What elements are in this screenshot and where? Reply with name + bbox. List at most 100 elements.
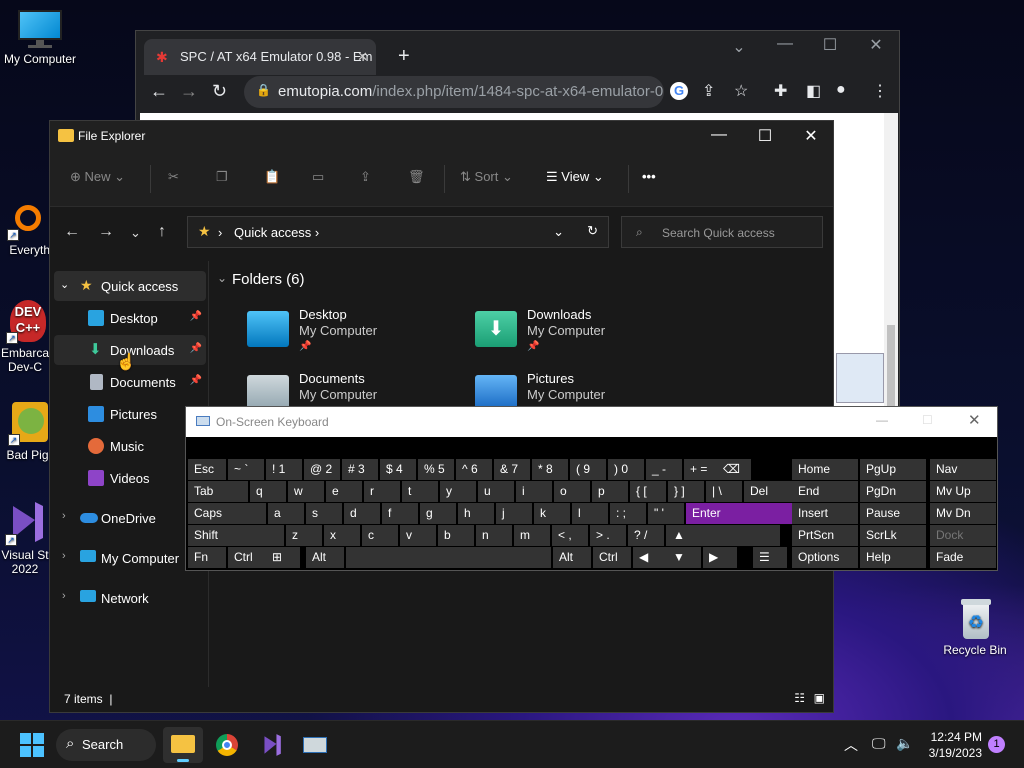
osk-nav-key[interactable]: Mv Dn — [930, 503, 996, 524]
nav-item-desktop[interactable]: Desktop 📌 — [54, 303, 206, 333]
nav-item-my-computer[interactable]: › My Computer — [54, 543, 206, 573]
bookmark-star-icon[interactable]: ☆ — [734, 81, 748, 101]
nav-item-pictures[interactable]: Pictures — [54, 399, 206, 429]
desktop-icon-visual-studio-2022[interactable]: ↗ Visual St 2022 — [0, 500, 50, 576]
osk-key[interactable]: < , — [552, 525, 588, 546]
osk-key[interactable]: n — [476, 525, 512, 546]
osk-key[interactable]: | \ — [706, 481, 742, 502]
details-view-icon[interactable]: ☷ — [794, 691, 805, 705]
notification-badge[interactable]: 1 — [988, 736, 1005, 753]
taskbar-file-explorer[interactable] — [163, 727, 203, 763]
tab-close-icon[interactable]: ✕ — [357, 49, 368, 65]
taskbar-chrome[interactable] — [207, 727, 247, 763]
desktop-icon-bad-piggies[interactable]: ↗ Bad Pig — [0, 400, 55, 462]
osk-key[interactable]: " ' — [648, 503, 684, 524]
browser-tab[interactable]: ✱ SPC / AT x64 Emulator 0.98 - Em ✕ — [144, 39, 376, 75]
osk-key[interactable]: # 3 — [342, 459, 378, 480]
osk-key[interactable]: j — [496, 503, 532, 524]
osk-key[interactable]: r — [364, 481, 400, 502]
view-button[interactable]: ☰ View ⌄ — [546, 169, 604, 185]
osk-key[interactable]: ^ 6 — [456, 459, 492, 480]
osk-nav-key[interactable]: Insert — [792, 503, 858, 524]
osk-key[interactable]: ! 1 — [266, 459, 302, 480]
osk-key[interactable]: z — [286, 525, 322, 546]
maximize-icon[interactable]: ☐ — [807, 35, 853, 55]
tiles-view-icon[interactable]: ▣ — [814, 691, 825, 705]
nav-item-quick-access[interactable]: ⌄ ★ Quick access — [54, 271, 206, 301]
windows-key-icon[interactable]: ⊞ — [266, 547, 300, 568]
osk-key[interactable]: Fn — [188, 547, 226, 568]
side-panel-icon[interactable]: ◧ — [806, 81, 821, 101]
desktop-icon-everything[interactable]: ↗ Everyth — [0, 205, 50, 257]
minimize-icon[interactable]: — — [696, 126, 742, 144]
osk-key[interactable]: x — [324, 525, 360, 546]
taskbar-search-button[interactable]: ⌕ Search — [56, 729, 156, 761]
osk-key[interactable]: Alt — [306, 547, 344, 568]
osk-key[interactable]: k — [534, 503, 570, 524]
osk-key[interactable]: u — [478, 481, 514, 502]
paste-icon[interactable]: 📋 — [264, 169, 280, 185]
osk-key[interactable]: Tab — [188, 481, 248, 502]
osk-key[interactable]: q — [250, 481, 286, 502]
tab-search-chevron-icon[interactable]: ⌄ — [716, 37, 762, 57]
close-icon[interactable]: ✕ — [853, 35, 899, 55]
start-button[interactable] — [12, 727, 52, 763]
volume-icon[interactable]: 🔈 — [896, 735, 913, 752]
up-arrow-key-icon[interactable]: ▲ — [667, 525, 701, 546]
osk-key[interactable]: ( 9 — [570, 459, 606, 480]
group-chevron-icon[interactable]: ⌄ — [217, 271, 227, 285]
rename-icon[interactable]: ▭ — [312, 169, 324, 185]
page-scrollbar[interactable] — [884, 113, 898, 409]
osk-key[interactable]: Ctrl — [228, 547, 266, 568]
osk-key[interactable]: Ctrl — [593, 547, 631, 568]
forward-icon[interactable]: → — [98, 223, 114, 241]
osk-nav-key[interactable]: Options — [792, 547, 858, 568]
osk-nav-key[interactable]: Nav — [930, 459, 996, 480]
sort-button[interactable]: ⇅ Sort ⌄ — [460, 169, 513, 185]
taskbar-osk[interactable] — [295, 727, 335, 763]
space-bar-key[interactable] — [346, 547, 551, 568]
osk-nav-key[interactable]: End — [792, 481, 858, 502]
folders-group-header[interactable]: Folders (6) — [232, 271, 305, 288]
search-quick-access-input[interactable]: ⌕ Search Quick access — [621, 216, 823, 248]
osk-key[interactable]: : ; — [610, 503, 646, 524]
osk-key[interactable]: a — [268, 503, 304, 524]
osk-key[interactable]: Del — [744, 481, 792, 502]
folder-downloads[interactable]: ⬇ Downloads My Computer 📌 — [475, 303, 695, 363]
nav-item-videos[interactable]: Videos — [54, 463, 206, 493]
osk-key[interactable]: h — [458, 503, 494, 524]
right-arrow-key-icon[interactable]: ▶ — [703, 547, 737, 568]
minimize-icon[interactable]: — — [762, 35, 808, 53]
osk-key[interactable]: e — [326, 481, 362, 502]
osk-key[interactable]: _ - — [646, 459, 682, 480]
address-bar[interactable]: 🔒 emutopia.com/index.php/item/1484-spc-a… — [244, 76, 664, 108]
osk-key[interactable]: w — [288, 481, 324, 502]
osk-key[interactable]: c — [362, 525, 398, 546]
osk-nav-key[interactable]: Help — [860, 547, 926, 568]
osk-nav-key[interactable]: PrtScn — [792, 525, 858, 546]
context-menu-key-icon[interactable]: ☰ — [753, 547, 787, 568]
osk-key[interactable]: p — [592, 481, 628, 502]
osk-key[interactable]: > . — [590, 525, 626, 546]
desktop-icon-my-computer[interactable]: My Computer — [0, 10, 80, 66]
taskbar-visual-studio[interactable] — [251, 727, 291, 763]
address-dropdown-icon[interactable]: ⌄ — [553, 224, 564, 240]
new-button[interactable]: ⊕ New ⌄ — [70, 169, 125, 185]
osk-key[interactable]: % 5 — [418, 459, 454, 480]
breadcrumb-quick-access[interactable]: Quick access — [234, 225, 311, 240]
menu-kebab-icon[interactable]: ⋮ — [872, 81, 888, 101]
osk-key[interactable]: * 8 — [532, 459, 568, 480]
osk-key[interactable]: Shift — [188, 525, 284, 546]
osk-nav-key[interactable]: Dock — [930, 525, 996, 546]
osk-key[interactable]: { [ — [630, 481, 666, 502]
osk-key[interactable]: & 7 — [494, 459, 530, 480]
maximize-icon[interactable]: ☐ — [922, 413, 933, 427]
close-icon[interactable]: ✕ — [788, 126, 834, 146]
osk-key[interactable]: ) 0 — [608, 459, 644, 480]
osk-key[interactable]: s — [306, 503, 342, 524]
osk-key[interactable]: b — [438, 525, 474, 546]
osk-key[interactable]: y — [440, 481, 476, 502]
forward-icon[interactable]: → — [180, 81, 198, 102]
osk-nav-key[interactable]: PgDn — [860, 481, 926, 502]
osk-key[interactable]: i — [516, 481, 552, 502]
